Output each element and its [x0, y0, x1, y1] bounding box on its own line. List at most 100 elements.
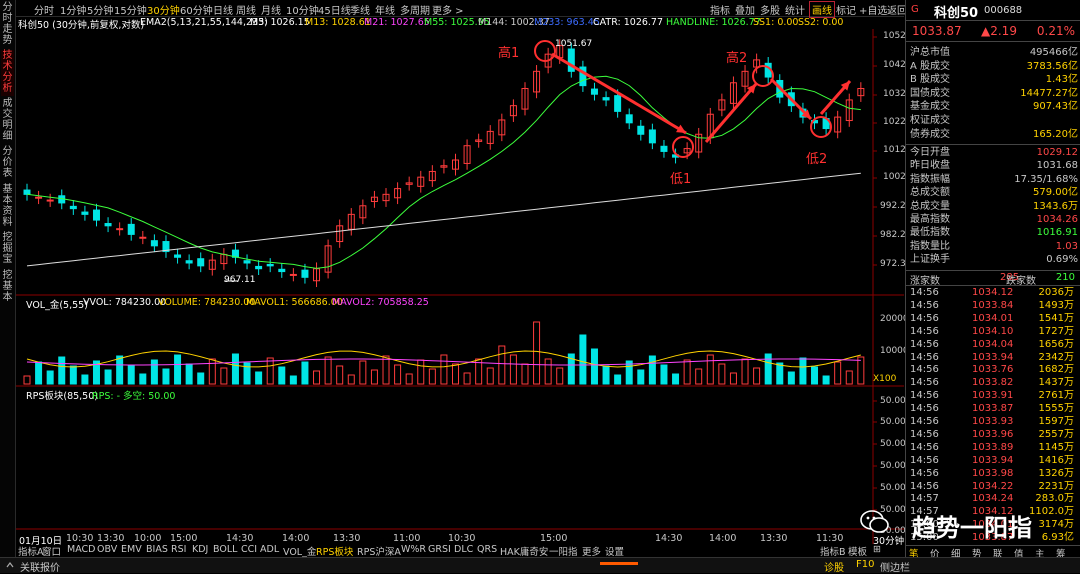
- indicator-tab[interactable]: BIAS: [146, 544, 168, 555]
- indicator-tab[interactable]: ADL: [260, 544, 279, 555]
- indicator-tab[interactable]: RPS沪深A: [357, 544, 401, 558]
- indicator-tab[interactable]: 指标A: [18, 544, 44, 558]
- indicator-tab-active[interactable]: RPS板块: [316, 544, 353, 558]
- volume-bar: [637, 369, 645, 385]
- volume-bar: [672, 373, 680, 385]
- tab-mining[interactable]: 挖掘宝: [1, 232, 14, 268]
- quote-row-value: 907.43亿: [1033, 101, 1078, 113]
- toolbar-multi-stock[interactable]: 多股: [760, 2, 780, 17]
- toolbar-overlay[interactable]: 叠加: [735, 2, 755, 17]
- volume-bar: [359, 360, 367, 385]
- expand-icon[interactable]: [5, 559, 14, 569]
- period-30min[interactable]: 30分钟: [147, 2, 180, 17]
- stat-row-label: 总成交量: [910, 200, 950, 212]
- period-15min[interactable]: 15分钟: [114, 2, 147, 17]
- indicator-tab[interactable]: EMV: [121, 544, 142, 555]
- time-axis-label: 14:30: [226, 533, 254, 544]
- tick-price: 1034.24: [972, 493, 1014, 505]
- tab-trade-details[interactable]: 成交明细: [1, 98, 14, 144]
- quote-row-value: 495466亿: [1029, 47, 1078, 58]
- rps-axis-tick: 50.00: [880, 483, 906, 493]
- toolbar-indicator[interactable]: 指标: [710, 2, 730, 17]
- period-yearly[interactable]: 年线: [375, 2, 395, 17]
- template-tab[interactable]: 模板: [848, 544, 867, 558]
- volume-bar: [544, 358, 552, 385]
- period-monthly[interactable]: 月线: [261, 2, 281, 17]
- stat-row: 昨日收盘 1031.68: [910, 160, 1078, 172]
- volume-bar: [741, 358, 749, 385]
- toolbar-mark[interactable]: 标记: [836, 2, 856, 17]
- indicator-tab[interactable]: GRSI: [428, 544, 451, 555]
- stat-row-value: 1.03: [1055, 240, 1078, 252]
- indicator-tab[interactable]: BOLL: [213, 544, 237, 555]
- tick-volume: 1541万: [1038, 312, 1074, 324]
- tick-volume: 1682万: [1038, 364, 1074, 376]
- layout-grid-icon[interactable]: ⊞: [873, 544, 881, 555]
- candle-body: [69, 205, 77, 210]
- progress-marker: [600, 562, 638, 565]
- tick-time: 14:56: [910, 325, 939, 337]
- indicator-tab[interactable]: 设置: [605, 544, 624, 558]
- volume-bar: [452, 363, 459, 385]
- indicator-tab[interactable]: OBV: [97, 544, 117, 555]
- tab-basic-info[interactable]: 基本资料: [1, 184, 14, 230]
- tab-basic-mining[interactable]: 挖基本: [1, 270, 14, 306]
- time-axis-label: 11:30: [816, 533, 844, 544]
- indicator-tab[interactable]: QRS: [477, 544, 497, 555]
- toolbar-statistics[interactable]: 统计: [785, 2, 805, 17]
- period-1min[interactable]: 1分钟: [60, 2, 86, 17]
- period-45day[interactable]: 45日线: [318, 2, 351, 17]
- indicator-tab[interactable]: 窗口: [42, 544, 61, 558]
- tab-time-sharing[interactable]: 分时走势: [1, 2, 14, 48]
- tick-time: 14:56: [910, 338, 939, 350]
- status-bar: 关联报价 诊股 F10 侧边栏: [0, 557, 1080, 574]
- kline-chart[interactable]: [16, 29, 904, 544]
- candle-body: [81, 211, 89, 215]
- period-multi[interactable]: 多周期: [400, 2, 430, 17]
- candle-body: [116, 228, 124, 231]
- tick-time: 14:56: [910, 287, 939, 298]
- indicator-tab[interactable]: CCI: [241, 544, 257, 555]
- indicator-tab[interactable]: DLC: [454, 544, 473, 555]
- candle-body: [602, 97, 610, 101]
- ema-label: EMA2(5,13,21,55,144,233): [140, 17, 268, 28]
- indicator-tab[interactable]: MACD: [67, 544, 95, 555]
- volume-bar: [556, 367, 564, 385]
- toolbar-add-watchlist[interactable]: +自选: [859, 2, 887, 17]
- up-count-label: 涨家数: [910, 276, 940, 287]
- period-quarterly[interactable]: 季线: [350, 2, 370, 17]
- indicator-tab[interactable]: KDJ: [192, 544, 208, 555]
- period-10min[interactable]: 10分钟: [286, 2, 319, 17]
- tick-time: 14:56: [910, 441, 939, 453]
- stat-row-value: 1031.68: [1036, 160, 1078, 172]
- toolbar-back[interactable]: 返回: [887, 2, 907, 17]
- volume-bar: [347, 374, 355, 385]
- candle-body: [637, 125, 645, 135]
- indicator-tab[interactable]: HAK庸奇安: [500, 544, 548, 558]
- volume-bar: [150, 359, 158, 385]
- indicator-tab[interactable]: RSI: [171, 544, 186, 555]
- tick-row: 14:56 1033.76 1682万: [910, 364, 1078, 376]
- volume-bar: [58, 356, 66, 385]
- indicator-tab[interactable]: 更多: [582, 544, 601, 558]
- volume-bar: [394, 364, 402, 385]
- period-weekly[interactable]: 周线: [236, 2, 256, 17]
- period-5min[interactable]: 5分钟: [87, 2, 113, 17]
- period-more[interactable]: 更多 >: [432, 2, 464, 17]
- tick-volume: 1727万: [1038, 325, 1074, 337]
- tick-price: 1033.91: [972, 390, 1014, 402]
- tab-price-table[interactable]: 分价表: [1, 146, 14, 182]
- indicator-tab[interactable]: VOL_金: [283, 544, 316, 558]
- volume-bar: [590, 348, 598, 385]
- volume-bar: [533, 321, 541, 385]
- indicator-tab[interactable]: 一阳指: [549, 544, 578, 558]
- f10-link[interactable]: F10: [856, 559, 874, 570]
- quote-row: 基金成交 907.43亿: [910, 101, 1078, 113]
- tab-technical-analysis[interactable]: 技术分析: [1, 50, 14, 96]
- period-daily[interactable]: 日线: [213, 2, 233, 17]
- indicator-b-tab[interactable]: 指标B: [820, 544, 846, 558]
- period-timeshare[interactable]: 分时: [34, 2, 54, 17]
- toolbar-draw-line[interactable]: 画线: [809, 1, 835, 18]
- period-60min[interactable]: 60分钟: [180, 2, 213, 17]
- indicator-tab[interactable]: W%R: [401, 544, 426, 555]
